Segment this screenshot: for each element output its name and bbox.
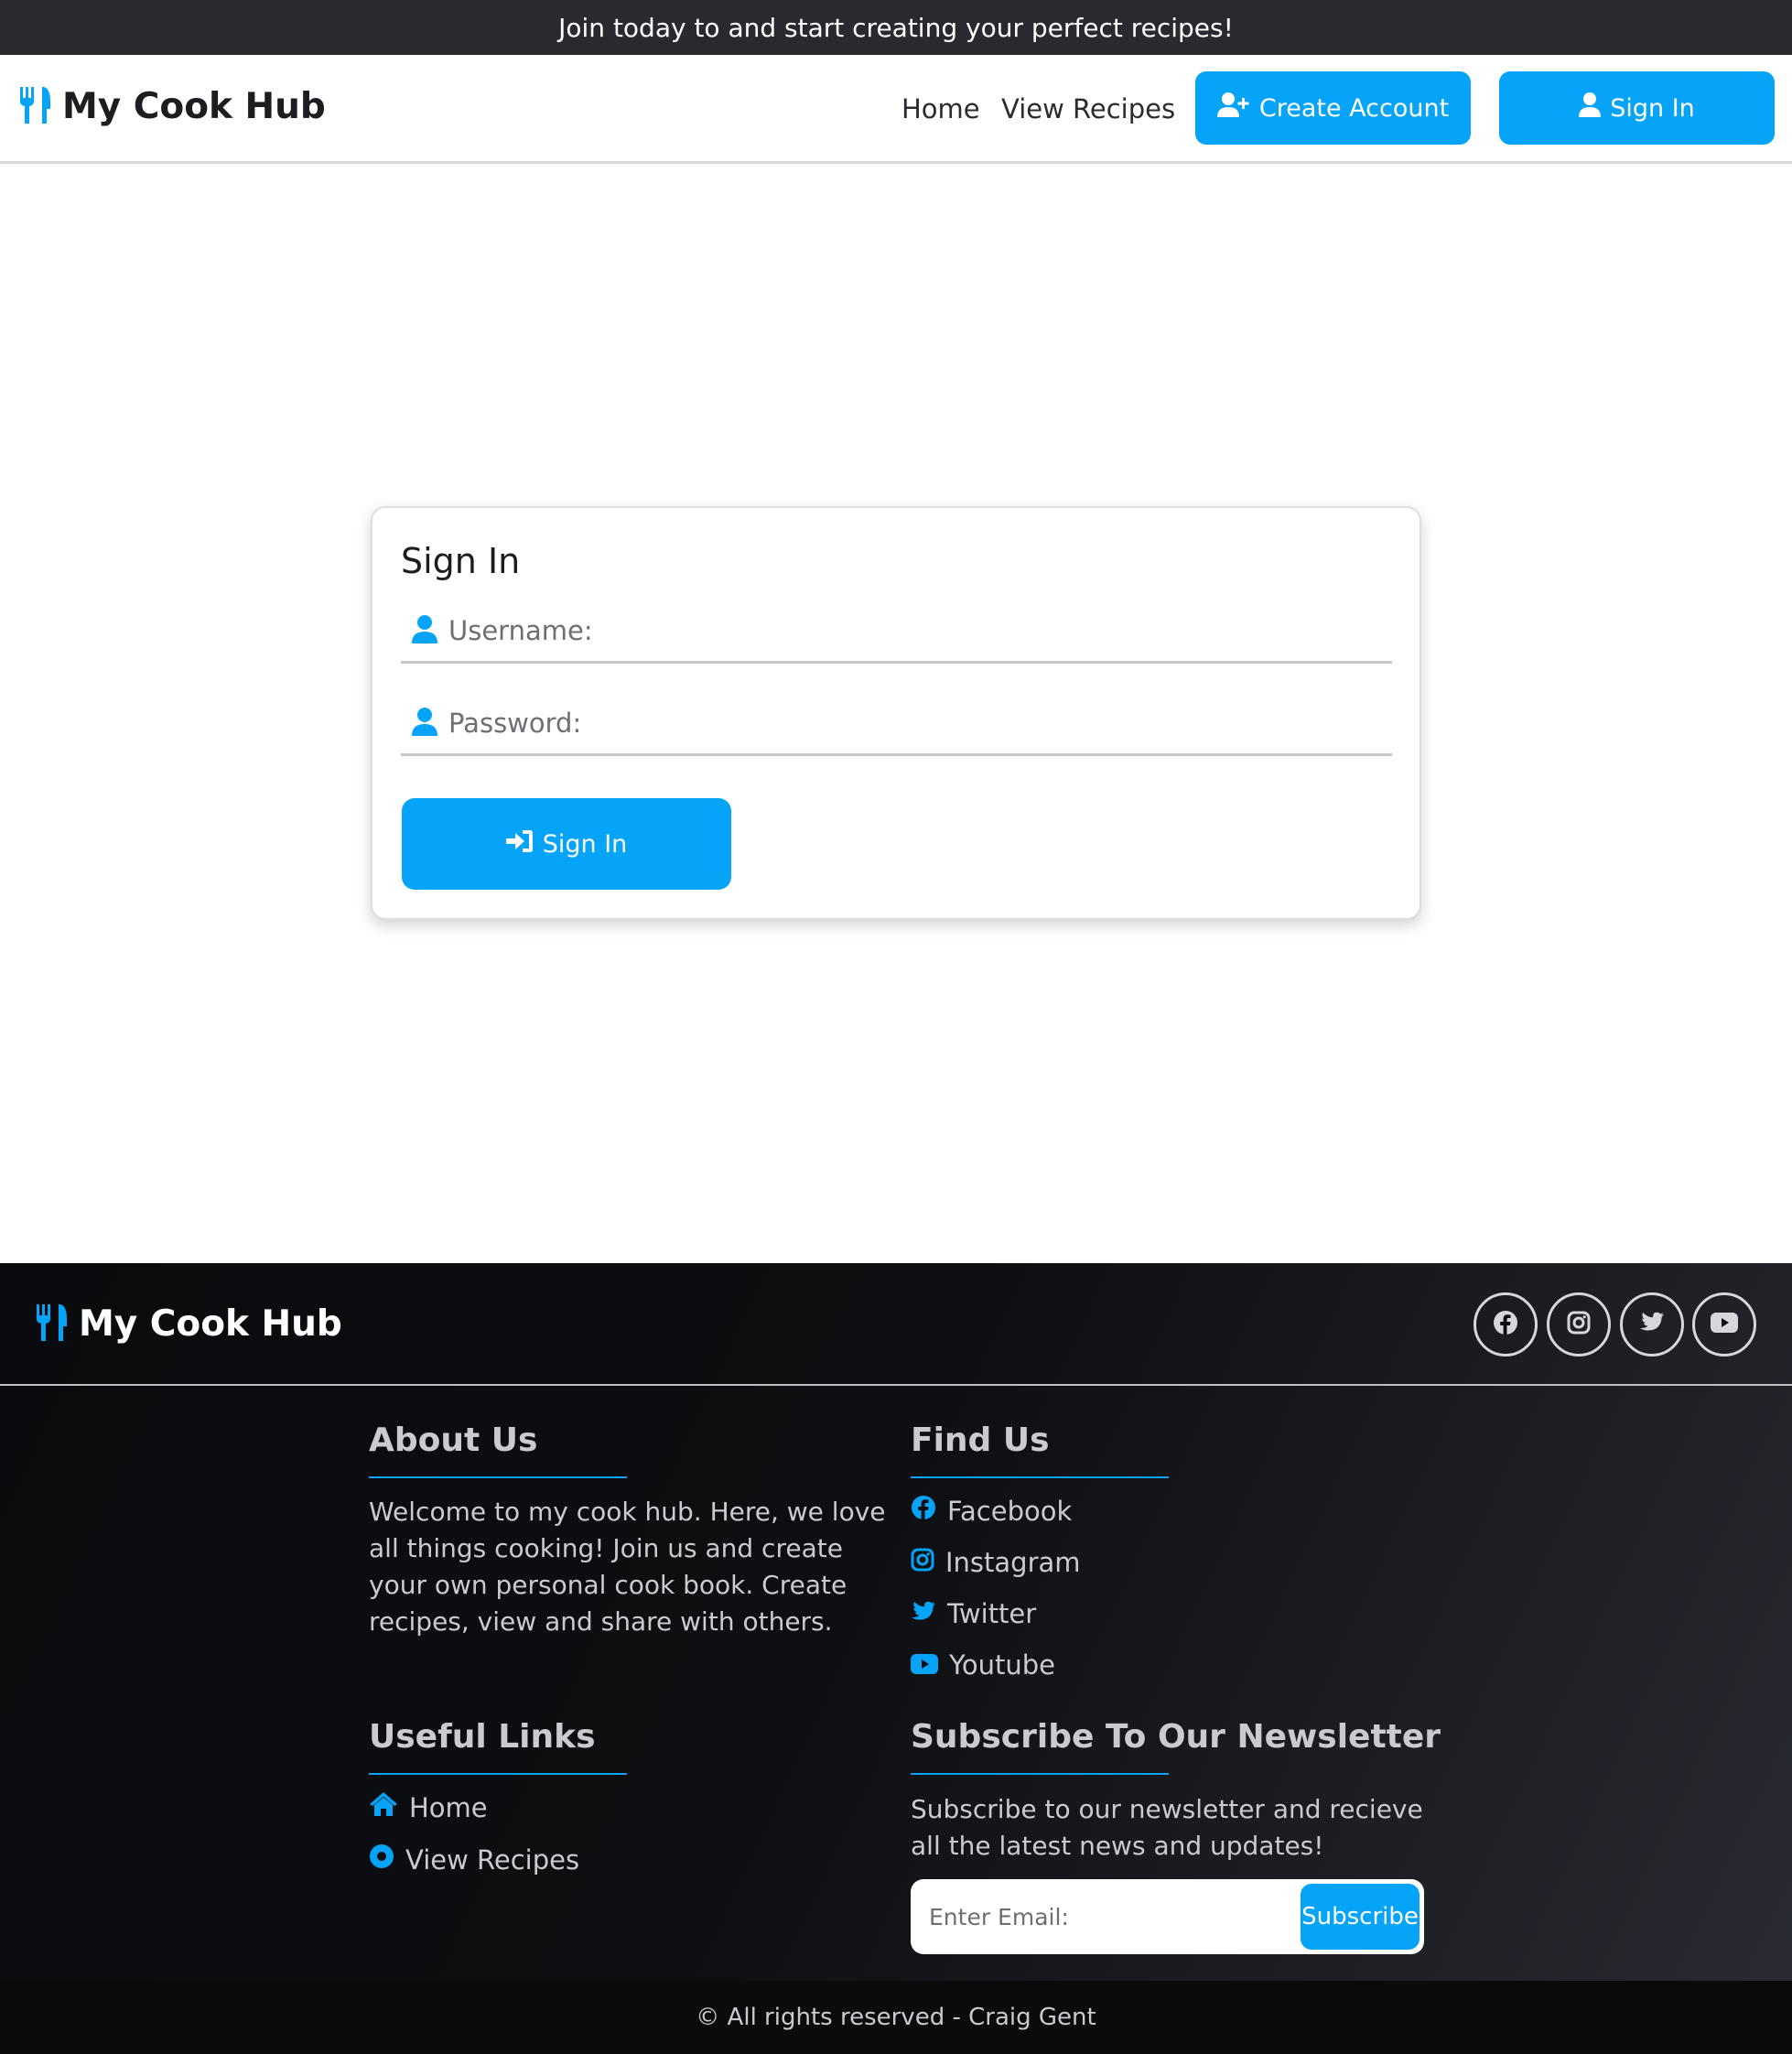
announcement-bar: Join today to and start creating your pe… (0, 0, 1792, 55)
about-us-text: Welcome to my cook hub. Here, we love al… (369, 1497, 886, 1637)
copyright-bar: © All rights reserved - Craig Gent (0, 1981, 1792, 2054)
find-us-title: Find Us (911, 1422, 1050, 1459)
user-plus-icon (1216, 92, 1250, 125)
sign-in-card: Sign In Username: Sign In (371, 506, 1421, 920)
twitter-icon (1639, 1312, 1665, 1337)
useful-link-home-label: Home (409, 1791, 488, 1823)
nav-link-home[interactable]: Home (901, 93, 980, 124)
useful-link-view-recipes-label: View Recipes (405, 1843, 580, 1876)
find-us-youtube-label: Youtube (949, 1649, 1055, 1681)
user-icon (412, 614, 437, 647)
find-us-twitter-label: Twitter (947, 1598, 1037, 1629)
footer: My Cook Hub About Us Welcome to my cook … (0, 1263, 1792, 2054)
utensils-icon (18, 86, 51, 127)
newsletter-title: Subscribe To Our Newsletter (911, 1718, 1441, 1756)
find-us-facebook-link[interactable]: Facebook (911, 1495, 1072, 1527)
facebook-icon (1493, 1310, 1518, 1339)
find-us-instagram-label: Instagram (945, 1547, 1081, 1578)
dot-circle-icon (369, 1843, 394, 1876)
create-account-button[interactable]: Create Account (1195, 71, 1471, 145)
sign-in-submit-label: Sign In (542, 829, 628, 859)
navbar: My Cook Hub Home View Recipes Create Acc… (0, 55, 1792, 164)
brand-logo[interactable]: My Cook Hub (18, 86, 326, 127)
youtube-icon (911, 1649, 938, 1681)
sign-in-title: Sign In (401, 541, 521, 581)
newsletter-text: Subscribe to our newsletter and recieve … (911, 1794, 1423, 1861)
create-account-label: Create Account (1258, 93, 1450, 123)
user-icon (412, 707, 437, 740)
user-icon (1579, 92, 1602, 125)
utensils-icon (35, 1303, 68, 1345)
useful-link-view-recipes[interactable]: View Recipes (369, 1843, 579, 1876)
sign-in-arrow-icon (505, 828, 534, 860)
username-input[interactable] (448, 614, 1345, 646)
sign-in-nav-button[interactable]: Sign In (1499, 71, 1775, 145)
find-us-twitter-link[interactable]: Twitter (911, 1598, 1036, 1629)
announcement-text: Join today to and start creating your pe… (558, 12, 1234, 43)
facebook-icon (911, 1495, 936, 1527)
copyright-text: © All rights reserved - Craig Gent (696, 2004, 1096, 2031)
useful-links-title: Useful Links (369, 1718, 596, 1756)
footer-brand-logo[interactable]: My Cook Hub (35, 1303, 342, 1345)
home-icon (369, 1791, 398, 1823)
youtube-icon (1711, 1313, 1738, 1336)
password-input[interactable] (448, 707, 1345, 739)
footer-header: My Cook Hub (0, 1263, 1792, 1386)
newsletter-form: Subscribe (911, 1879, 1424, 1954)
find-us-youtube-link[interactable]: Youtube (911, 1649, 1055, 1681)
username-field (401, 600, 1392, 664)
instagram-icon (911, 1547, 934, 1578)
useful-links-underline (369, 1773, 627, 1775)
twitter-icon (911, 1598, 936, 1629)
social-twitter-button[interactable] (1620, 1292, 1684, 1357)
useful-link-home[interactable]: Home (369, 1791, 488, 1823)
footer-brand-name: My Cook Hub (79, 1303, 342, 1345)
social-youtube-button[interactable] (1692, 1292, 1756, 1357)
subscribe-button[interactable]: Subscribe (1301, 1884, 1420, 1950)
sign-in-submit-button[interactable]: Sign In (402, 798, 731, 890)
find-us-facebook-label: Facebook (947, 1495, 1073, 1527)
about-us-title: About Us (369, 1422, 538, 1459)
sign-in-nav-label: Sign In (1610, 93, 1695, 123)
newsletter-underline (911, 1773, 1169, 1775)
brand-name: My Cook Hub (62, 86, 326, 127)
about-us-underline (369, 1476, 627, 1478)
social-instagram-button[interactable] (1547, 1292, 1611, 1357)
find-us-instagram-link[interactable]: Instagram (911, 1547, 1081, 1578)
nav-link-view-recipes[interactable]: View Recipes (1001, 93, 1175, 124)
find-us-underline (911, 1476, 1169, 1478)
social-facebook-button[interactable] (1474, 1292, 1538, 1357)
password-field (401, 692, 1392, 756)
newsletter-email-input[interactable] (929, 1899, 1277, 1934)
instagram-icon (1567, 1311, 1591, 1338)
